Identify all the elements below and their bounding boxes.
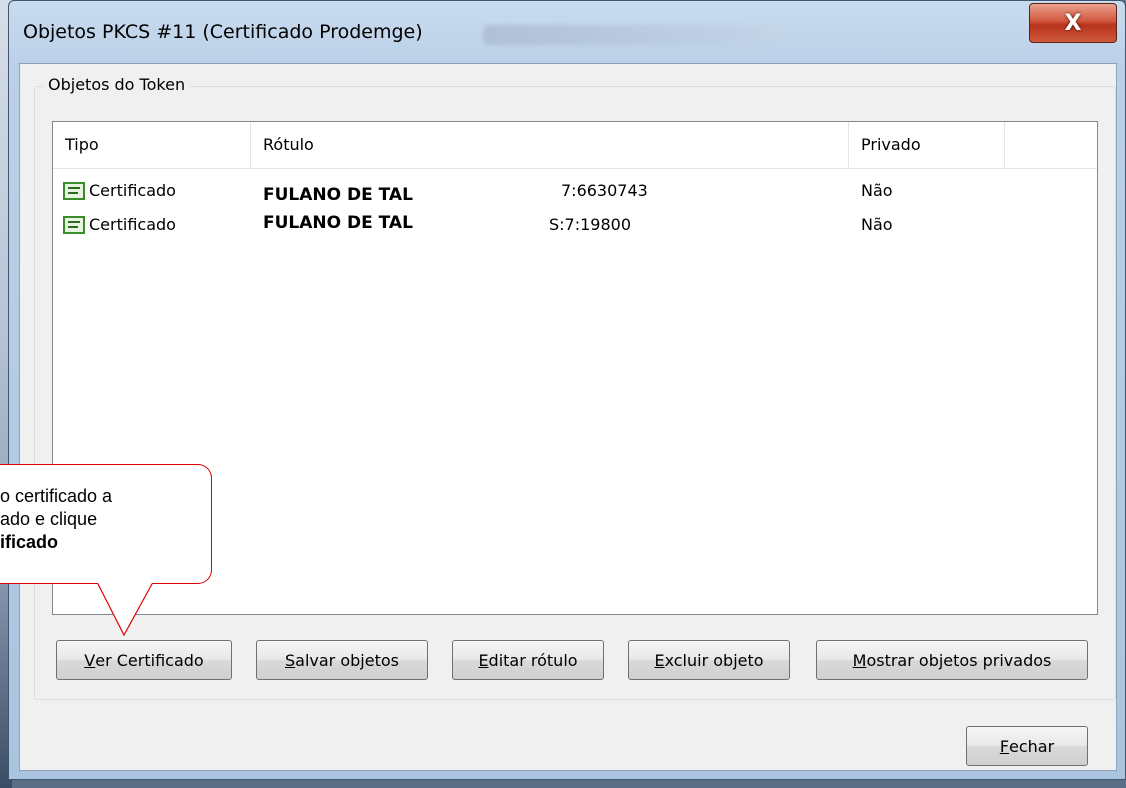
table-row[interactable]: Certificado FULANO DE TAL 7:6630743 Não — [53, 174, 1097, 208]
row-private: Não — [861, 181, 893, 200]
title-bar[interactable]: Objetos PKCS #11 (Certificado Prodemge) … — [9, 1, 1125, 65]
accelerator-key: E — [478, 650, 489, 670]
callout-line: ado e clique — [0, 509, 98, 529]
column-header-empty — [1005, 122, 1097, 168]
row-type: Certificado — [89, 181, 176, 200]
view-certificate-button[interactable]: Ver Certificado — [56, 640, 232, 680]
button-label: echar — [1009, 736, 1055, 756]
accelerator-key: F — [999, 736, 1010, 756]
save-objects-button[interactable]: Salvar objetos — [256, 640, 428, 680]
token-objects-group: Objetos do Token Tipo Rótulo Privado Cer… — [34, 75, 1116, 700]
column-header-privado[interactable]: Privado — [849, 122, 1005, 168]
row-private: Não — [861, 215, 893, 234]
callout-line: o certificado a — [0, 486, 113, 506]
close-button[interactable]: Fechar — [966, 726, 1088, 766]
dialog-client-area: Objetos do Token Tipo Rótulo Privado Cer… — [19, 63, 1117, 771]
certificate-icon — [63, 216, 85, 234]
background-blur — [483, 25, 783, 45]
button-label: alvar objetos — [295, 650, 399, 670]
button-label: xcluir objeto — [664, 650, 764, 670]
button-label: ditar rótulo — [488, 650, 578, 670]
button-label: ostrar objetos privados — [866, 650, 1052, 670]
window-title: Objetos PKCS #11 (Certificado Prodemge) — [23, 21, 423, 43]
accelerator-key: V — [84, 650, 96, 670]
column-header-tipo[interactable]: Tipo — [53, 122, 251, 168]
close-window-button[interactable]: X — [1029, 3, 1117, 43]
delete-object-button[interactable]: Excluir objeto — [628, 640, 790, 680]
accelerator-key: M — [852, 650, 867, 670]
callout-text: o certificado a ado e clique ificado — [0, 485, 200, 554]
callout-line: ificado — [0, 532, 59, 552]
accelerator-key: E — [654, 650, 665, 670]
certificate-icon — [63, 182, 85, 200]
group-legend: Objetos do Token — [43, 75, 191, 94]
row-label-suffix: S:7:19800 — [549, 215, 632, 234]
accelerator-key: S — [285, 650, 296, 670]
show-private-objects-button[interactable]: Mostrar objetos privados — [816, 640, 1088, 680]
edit-label-button[interactable]: Editar rótulo — [452, 640, 604, 680]
list-header: Tipo Rótulo Privado — [53, 122, 1097, 169]
row-label-suffix: 7:6630743 — [561, 181, 648, 200]
row-type: Certificado — [89, 215, 176, 234]
button-label: er Certificado — [95, 650, 204, 670]
instruction-callout: o certificado a ado e clique ificado — [0, 464, 212, 584]
dialog-window: Objetos PKCS #11 (Certificado Prodemge) … — [8, 0, 1126, 780]
table-row[interactable]: Certificado FULANO DE TAL S:7:19800 Não — [53, 208, 1097, 242]
column-header-rotulo[interactable]: Rótulo — [251, 122, 849, 168]
row-label-name: FULANO DE TAL — [263, 213, 413, 233]
